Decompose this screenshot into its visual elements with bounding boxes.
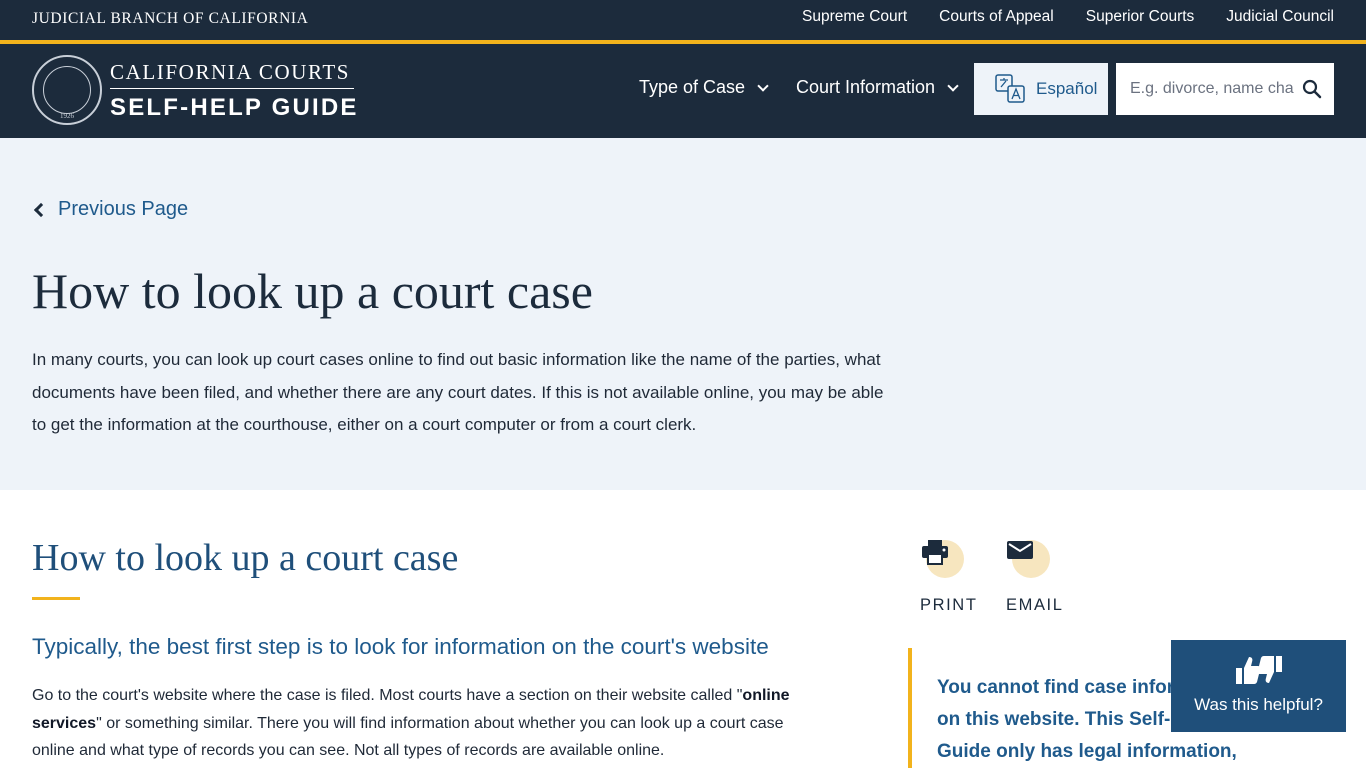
judicial-branch-link[interactable]: JUDICIAL BRANCH OF CALIFORNIA [32, 10, 308, 28]
brand-divider [110, 88, 354, 89]
previous-page-link[interactable]: Previous Page [32, 198, 188, 221]
email-button[interactable]: EMAIL [1006, 536, 1064, 615]
superior-courts-link[interactable]: Superior Courts [1086, 8, 1195, 26]
section-subheading: Typically, the best first step is to loo… [32, 634, 769, 659]
print-button[interactable]: PRINT [920, 536, 978, 615]
search-icon[interactable] [1302, 79, 1322, 99]
seal-year: 1926 [60, 112, 74, 120]
hero-section: Previous Page How to look up a court cas… [0, 138, 1366, 490]
email-label: EMAIL [1006, 596, 1064, 614]
nav-court-information-label: Court Information [796, 77, 936, 97]
section-heading: How to look up a court case [32, 537, 459, 579]
translate-icon [995, 74, 1025, 103]
feedback-label: Was this helpful? [1194, 695, 1323, 714]
previous-page-label: Previous Page [58, 198, 189, 220]
site-header: 1926 CALIFORNIA COURTS SELF-HELP GUIDE T… [0, 44, 1366, 138]
utility-bar: JUDICIAL BRANCH OF CALIFORNIA Supreme Co… [0, 0, 1366, 40]
judicial-council-seal-icon[interactable]: 1926 [32, 55, 102, 125]
nav-court-information[interactable]: Court Information [796, 77, 959, 98]
nav-type-of-case-label: Type of Case [639, 77, 746, 97]
search-box [1116, 63, 1334, 115]
body-text-before: Go to the court's website where the case… [32, 687, 743, 704]
brand-subtitle[interactable]: SELF-HELP GUIDE [110, 94, 359, 122]
spanish-language-label: Español [1036, 79, 1098, 98]
judicial-council-link[interactable]: Judicial Council [1226, 8, 1334, 26]
thumbs-up-down-icon [1236, 656, 1282, 684]
feedback-widget[interactable]: Was this helpful? [1171, 640, 1346, 732]
body-paragraph: Go to the court's website where the case… [32, 682, 802, 765]
body-text-after: " or something similar. There you will f… [32, 714, 784, 760]
intro-text: In many courts, you can look up court ca… [32, 350, 884, 434]
nav-type-of-case[interactable]: Type of Case [639, 77, 769, 98]
print-label: PRINT [920, 596, 978, 614]
supreme-court-link[interactable]: Supreme Court [802, 8, 907, 26]
page-title: How to look up a court case [32, 263, 593, 319]
utility-links: Supreme Court Courts of Appeal Superior … [802, 8, 1334, 26]
spanish-language-button[interactable]: Español [974, 63, 1108, 115]
brand-title[interactable]: CALIFORNIA COURTS [110, 60, 350, 85]
chevron-down-icon [757, 79, 769, 92]
heading-underline [32, 597, 80, 600]
envelope-icon [1007, 541, 1033, 559]
chevron-down-icon [947, 79, 959, 92]
courts-of-appeal-link[interactable]: Courts of Appeal [939, 8, 1054, 26]
printer-icon [922, 540, 948, 565]
chevron-left-icon [33, 202, 49, 217]
